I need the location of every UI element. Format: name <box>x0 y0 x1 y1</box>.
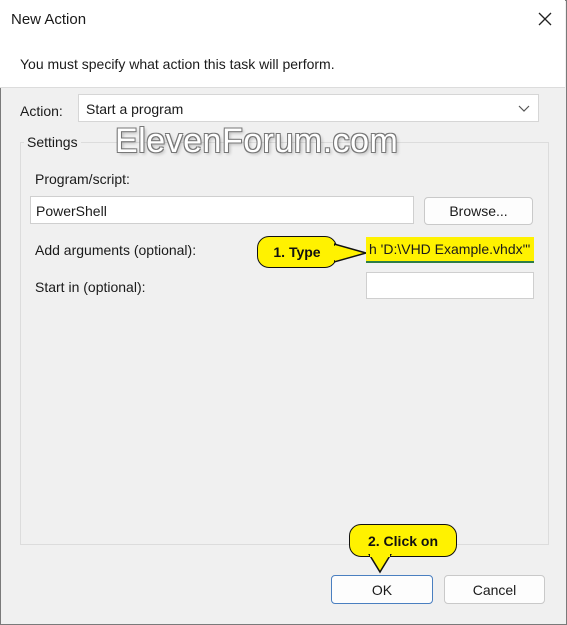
add-arguments-label: Add arguments (optional): <box>35 242 197 258</box>
program-script-label: Program/script: <box>35 171 130 187</box>
close-icon <box>538 12 552 26</box>
add-arguments-value: h 'D:\VHD Example.vhdx'" <box>369 241 531 257</box>
watermark-logo: ElevenForum.com <box>115 122 399 160</box>
action-label: Action: <box>20 103 63 119</box>
cancel-button[interactable]: Cancel <box>444 575 545 604</box>
action-select-value: Start a program <box>86 101 184 117</box>
callout-pointer <box>334 243 368 263</box>
close-button[interactable] <box>530 4 560 34</box>
add-arguments-input[interactable]: h 'D:\VHD Example.vhdx'" <box>366 237 534 263</box>
ok-button[interactable]: OK <box>331 575 433 604</box>
program-script-input[interactable]: PowerShell <box>30 196 414 224</box>
callout-click-on: 2. Click on <box>349 524 457 557</box>
settings-legend: Settings <box>24 134 81 150</box>
callout-type: 1. Type <box>257 236 337 268</box>
program-script-value: PowerShell <box>36 203 107 219</box>
chevron-down-icon <box>517 101 531 120</box>
browse-button[interactable]: Browse... <box>424 197 533 225</box>
start-in-input[interactable] <box>366 272 534 299</box>
callout-pointer-down <box>368 554 392 574</box>
action-select[interactable]: Start a program <box>78 94 539 122</box>
window-title: New Action <box>11 11 87 28</box>
start-in-label: Start in (optional): <box>35 279 146 295</box>
instruction-text: You must specify what action this task w… <box>20 56 335 72</box>
